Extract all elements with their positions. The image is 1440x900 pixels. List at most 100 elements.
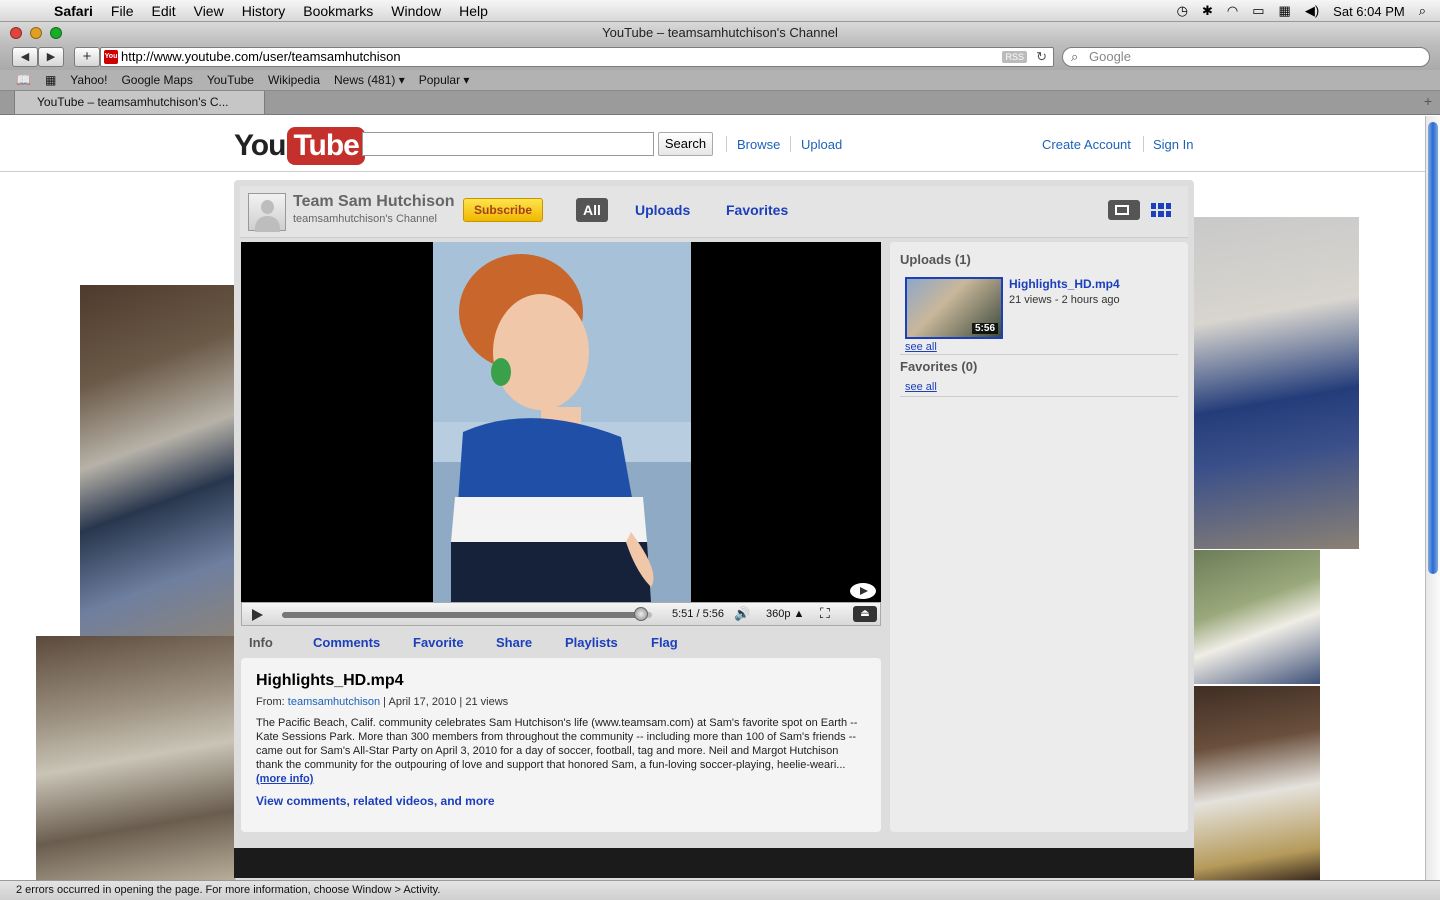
tab-playlists[interactable]: Playlists — [565, 635, 618, 650]
back-button[interactable]: ◀ — [12, 47, 38, 67]
volume-icon[interactable]: 🔊 — [734, 606, 750, 622]
tab-all[interactable]: All — [576, 198, 608, 222]
reading-list-icon[interactable]: 📖 — [16, 73, 31, 87]
video-meta: From: teamsamhutchison | April 17, 2010 … — [256, 696, 866, 708]
clock[interactable]: Sat 6:04 PM — [1333, 4, 1405, 19]
view-comments-link[interactable]: View comments, related videos, and more — [256, 794, 866, 808]
menu-bar: Safari File Edit View History Bookmarks … — [0, 0, 1440, 22]
menu-help[interactable]: Help — [459, 3, 488, 19]
tab-info[interactable]: Info — [249, 635, 273, 650]
search-icon: ⌕ — [1071, 49, 1079, 64]
youtube-favicon-icon: You — [104, 50, 118, 64]
google-search-field[interactable]: ⌕ Google — [1062, 47, 1430, 67]
background-photo — [1194, 550, 1320, 684]
menu-bookmarks[interactable]: Bookmarks — [303, 3, 373, 19]
volume-icon[interactable]: ◀) — [1305, 3, 1319, 19]
uploads-heading: Uploads (1) — [900, 252, 971, 267]
from-label: From: — [256, 696, 285, 708]
upload-link[interactable]: Upload — [801, 137, 842, 152]
tab-comments[interactable]: Comments — [313, 635, 380, 650]
tab-favorite[interactable]: Favorite — [413, 635, 464, 650]
divider — [900, 396, 1178, 397]
time-machine-icon[interactable]: ◷ — [1177, 3, 1188, 19]
sign-in-link[interactable]: Sign In — [1153, 137, 1193, 152]
status-text: 2 errors occurred in opening the page. F… — [16, 884, 441, 896]
avatar[interactable] — [248, 193, 286, 232]
tab-share[interactable]: Share — [496, 635, 532, 650]
subscribe-button[interactable]: Subscribe — [463, 198, 543, 222]
battery-icon[interactable]: ▭ — [1252, 3, 1264, 19]
popout-icon[interactable]: ⏏ — [853, 606, 877, 622]
logo-tube: Tube — [287, 127, 365, 165]
seek-handle[interactable] — [633, 607, 648, 621]
bookmark-yahoo[interactable]: Yahoo! — [70, 73, 107, 87]
tab-bar: YouTube – teamsamhutchison's C... + — [0, 91, 1440, 115]
menu-window[interactable]: Window — [391, 3, 441, 19]
tab-youtube[interactable]: YouTube – teamsamhutchison's C... — [14, 91, 265, 115]
video-thumbnail[interactable]: 5:56 — [905, 277, 1003, 339]
menu-app[interactable]: Safari — [54, 3, 93, 19]
quality-selector[interactable]: 360p ▲ — [766, 608, 804, 620]
bookmark-google-maps[interactable]: Google Maps — [121, 73, 192, 87]
youtube-search-input[interactable] — [362, 132, 654, 156]
channel-sidebar: Uploads (1) 5:56 Highlights_HD.mp4 21 vi… — [890, 242, 1188, 832]
tab-flag[interactable]: Flag — [651, 635, 678, 650]
zoom-icon[interactable] — [50, 27, 62, 39]
divider — [726, 136, 727, 152]
browse-link[interactable]: Browse — [737, 137, 780, 152]
uploads-see-all-link[interactable]: see all — [905, 341, 937, 353]
scrollbar-thumb[interactable] — [1428, 122, 1438, 574]
spotlight-icon[interactable]: ⌕ — [1419, 3, 1426, 19]
play-icon[interactable] — [252, 609, 263, 621]
wifi-icon[interactable]: ◠ — [1227, 3, 1238, 19]
bookmark-wikipedia[interactable]: Wikipedia — [268, 73, 320, 87]
player-controls: 5:51 / 5:56 🔊 360p ▲ ⛶ ⏏ — [241, 602, 881, 626]
menu-file[interactable]: File — [111, 3, 134, 19]
player-view-icon[interactable] — [1108, 200, 1140, 220]
add-bookmark-button[interactable]: + — [74, 47, 100, 67]
create-account-link[interactable]: Create Account — [1042, 137, 1131, 152]
channel-name[interactable]: Team Sam Hutchison — [293, 193, 455, 211]
search-button[interactable]: Search — [658, 132, 713, 156]
status-bar: 2 errors occurred in opening the page. F… — [0, 880, 1440, 900]
video-info: Highlights_HD.mp4 From: teamsamhutchison… — [241, 658, 881, 832]
lower-content-strip — [234, 848, 1194, 878]
top-sites-icon[interactable]: ▦ — [45, 73, 56, 87]
fullscreen-icon[interactable]: ⛶ — [820, 605, 830, 622]
time-display: 5:51 / 5:56 — [672, 608, 724, 620]
close-icon[interactable] — [10, 27, 22, 39]
vertical-scrollbar[interactable] — [1425, 116, 1440, 880]
address-bar[interactable]: You http://www.youtube.com/user/teamsamh… — [100, 47, 1054, 67]
divider — [900, 354, 1178, 355]
video-title: Highlights_HD.mp4 — [256, 672, 404, 689]
avatar-body — [255, 216, 280, 232]
upload-title-link[interactable]: Highlights_HD.mp4 — [1009, 277, 1120, 291]
uploader-link[interactable]: teamsamhutchison — [288, 696, 380, 708]
bookmark-youtube[interactable]: YouTube — [207, 73, 254, 87]
video-description: The Pacific Beach, Calif. community cele… — [256, 716, 866, 786]
menu-history[interactable]: History — [242, 3, 286, 19]
rss-button[interactable]: RSS — [1002, 51, 1027, 63]
tab-uploads[interactable]: Uploads — [635, 202, 690, 218]
minimize-icon[interactable] — [30, 27, 42, 39]
video-frame — [433, 242, 876, 602]
tab-favorites[interactable]: Favorites — [726, 202, 788, 218]
video-player[interactable] — [241, 242, 881, 602]
bluetooth-icon[interactable]: ✱ — [1202, 3, 1213, 19]
flag-icon[interactable]: ▦ — [1279, 3, 1291, 19]
bookmarks-bar: 📖 ▦ Yahoo! Google Maps YouTube Wikipedia… — [0, 70, 1440, 91]
favorites-see-all-link[interactable]: see all — [905, 381, 937, 393]
menu-view[interactable]: View — [194, 3, 224, 19]
more-info-link[interactable]: (more info) — [256, 773, 313, 785]
bookmark-popular[interactable]: Popular ▾ — [419, 73, 470, 87]
youtube-logo[interactable]: You Tube — [234, 126, 365, 166]
logo-you: You — [234, 129, 286, 162]
reload-icon[interactable]: ↻ — [1036, 48, 1047, 66]
background-photo — [36, 636, 236, 880]
menu-edit[interactable]: Edit — [151, 3, 175, 19]
bookmark-news[interactable]: News (481) ▾ — [334, 73, 405, 87]
forward-button[interactable]: ▶ — [38, 47, 64, 67]
grid-view-icon[interactable] — [1150, 200, 1172, 220]
new-tab-icon[interactable]: + — [1424, 93, 1432, 109]
seek-bar[interactable] — [282, 612, 652, 618]
